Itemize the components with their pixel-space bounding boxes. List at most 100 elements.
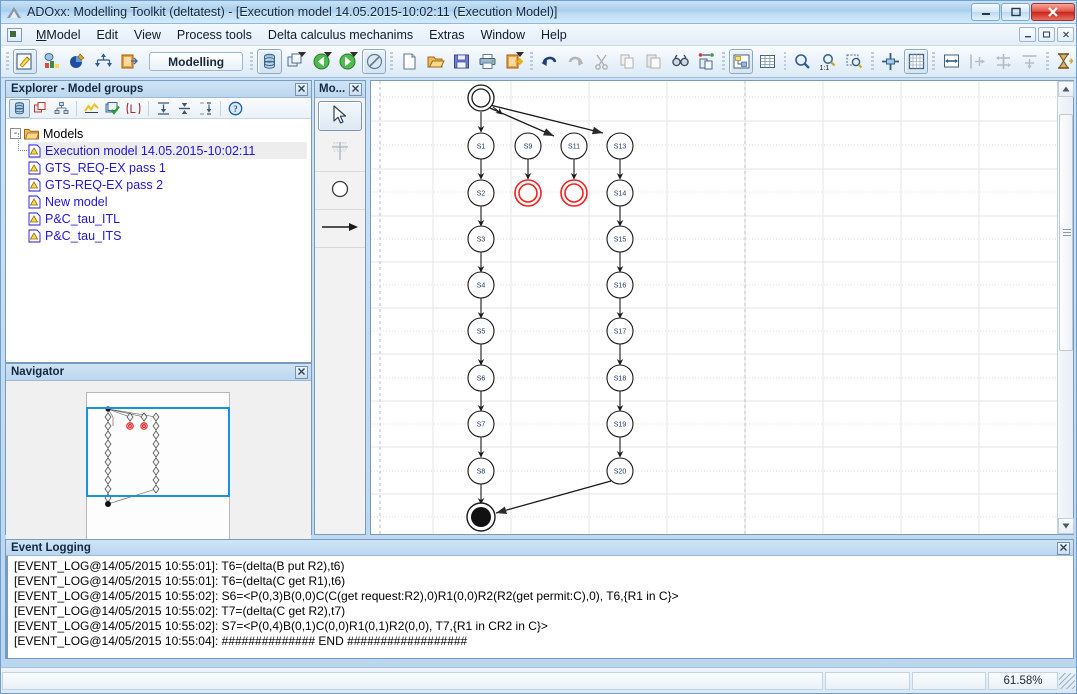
distribute-vertical-icon[interactable]: [1018, 49, 1042, 74]
tree-item-label: GTS-REQ-EX pass 2: [45, 177, 164, 192]
copy-icon[interactable]: [616, 49, 640, 74]
save-icon[interactable]: [450, 49, 474, 74]
mdi-close-button[interactable]: [1057, 27, 1074, 42]
hierarchy-icon[interactable]: [91, 49, 115, 74]
attribute-profile-icon[interactable]: [81, 99, 102, 118]
forward-icon[interactable]: [336, 49, 360, 74]
palette-grid-snap-tool[interactable]: [315, 134, 365, 172]
menu-delta-calculus-mechanims[interactable]: Delta calculus mechanims: [260, 25, 421, 45]
toolbar-grip-9[interactable]: [1045, 51, 1049, 72]
mdi-minimize-button[interactable]: [1019, 27, 1036, 42]
model-windows-icon-explorer[interactable]: [30, 99, 51, 118]
zoom-1to1-icon[interactable]: 1:1: [817, 49, 841, 74]
palette-state-node-tool[interactable]: [315, 172, 365, 210]
collapse-all-icon[interactable]: [174, 99, 195, 118]
model-group-icon[interactable]: [51, 99, 72, 118]
close-button[interactable]: [1031, 3, 1075, 21]
paste-icon[interactable]: [642, 49, 666, 74]
canvas-scroll-thumb[interactable]: [1059, 114, 1073, 351]
system-menu-icon[interactable]: [7, 27, 22, 42]
toolbar-grip-3[interactable]: [390, 51, 394, 72]
palette-close-button[interactable]: [349, 83, 362, 96]
grid-icon[interactable]: [904, 49, 929, 74]
menu-edit[interactable]: Edit: [88, 25, 126, 45]
menu-view[interactable]: View: [126, 25, 169, 45]
drawing-area-icon[interactable]: [729, 49, 754, 74]
event-logging-title: Event Logging: [11, 541, 91, 554]
version-icon[interactable]: [123, 99, 144, 118]
canvas-vertical-scrollbar[interactable]: [1057, 81, 1074, 534]
navigator-close-button[interactable]: [295, 366, 308, 379]
toolbar-grip-2[interactable]: [250, 51, 254, 72]
export-model-icon[interactable]: [502, 49, 526, 74]
log-line: [EVENT_LOG@14/05/2015 10:55:01]: T6=(del…: [14, 559, 345, 573]
palette-pointer-tool[interactable]: [318, 101, 362, 131]
event-logging-body[interactable]: [EVENT_LOG@14/05/2015 10:55:01]: T6=(del…: [6, 556, 1073, 658]
explorer-close-button[interactable]: [295, 83, 308, 96]
window-resize-grip[interactable]: [1059, 672, 1075, 689]
table-view-icon[interactable]: [755, 49, 779, 74]
database-icon-explorer[interactable]: [9, 98, 30, 118]
toolbar-grip-4[interactable]: [530, 51, 533, 72]
navigator-body[interactable]: [6, 381, 311, 551]
toolbar-grip[interactable]: [6, 51, 9, 72]
align-horizontal-icon[interactable]: [939, 49, 963, 74]
toolbar-grip-6[interactable]: [783, 51, 787, 72]
execution-model-diagram[interactable]: S1 S9 S11 S13 S2 S14 S3 S15 S4 S16 S5 S1…: [371, 81, 1057, 534]
tree-item-gts-req-ex-pass-2[interactable]: GTS-REQ-EX pass 2: [28, 176, 307, 193]
zoom-level-indicator[interactable]: 61.58%: [988, 671, 1058, 690]
model-types-icon[interactable]: [39, 49, 63, 74]
scroll-down-button[interactable]: [1058, 518, 1074, 534]
expand-all-icon[interactable]: [153, 99, 174, 118]
collapse-level-icon[interactable]: [195, 99, 216, 118]
print-icon[interactable]: [476, 49, 500, 74]
distribute-left-icon[interactable]: [965, 49, 989, 74]
model-windows-icon[interactable]: [284, 49, 308, 74]
align-center-icon[interactable]: [992, 49, 1016, 74]
replace-icon[interactable]: [694, 49, 718, 74]
zoom-icon[interactable]: [790, 49, 814, 74]
undo-icon[interactable]: [537, 49, 561, 74]
help-icon[interactable]: ?: [225, 99, 246, 118]
event-logging-close-button[interactable]: [1057, 542, 1070, 555]
navigate-off-icon[interactable]: [362, 49, 387, 74]
menu-process-tools[interactable]: Process tools: [169, 25, 260, 45]
edit-model-icon[interactable]: [12, 49, 38, 74]
model-canvas[interactable]: S1 S9 S11 S13 S2 S14 S3 S15 S4 S16 S5 S1…: [371, 81, 1057, 534]
menu-extras[interactable]: Extras: [421, 25, 472, 45]
navigator-viewport-rect[interactable]: [86, 407, 230, 497]
find-icon[interactable]: [668, 49, 692, 74]
cut-icon[interactable]: [589, 49, 613, 74]
simulation-icon[interactable]: [1053, 49, 1076, 74]
tools-icon[interactable]: [65, 49, 89, 74]
database-icon[interactable]: [257, 49, 282, 74]
mode-selector[interactable]: Modelling: [148, 52, 244, 71]
open-icon[interactable]: [423, 49, 447, 74]
back-icon[interactable]: [310, 49, 334, 74]
mdi-restore-button[interactable]: [1038, 27, 1055, 42]
maximize-button[interactable]: [1001, 3, 1030, 21]
minimize-button[interactable]: [971, 3, 1000, 21]
tree-item-new-model[interactable]: New model: [28, 193, 307, 210]
export-icon[interactable]: [118, 49, 142, 74]
toolbar-grip-5[interactable]: [722, 51, 726, 72]
toolbar-grip-7[interactable]: [871, 51, 874, 72]
zoom-region-icon[interactable]: [843, 49, 867, 74]
tree-item-execution-model[interactable]: Execution model 14.05.2015-10:02:11: [28, 142, 307, 159]
new-icon[interactable]: [397, 49, 421, 74]
toolbar-grip-8[interactable]: [932, 51, 936, 72]
tree-item-gts-req-ex-pass-1[interactable]: GTS_REQ-EX pass 1: [28, 159, 307, 176]
redo-icon[interactable]: [563, 49, 587, 74]
scroll-up-button[interactable]: [1058, 81, 1074, 97]
tree-item-pc-tau-itl[interactable]: P&C_tau_ITL: [28, 210, 307, 227]
menu-model[interactable]: MModel: [28, 25, 88, 45]
palette-transition-tool[interactable]: [315, 210, 365, 248]
model-check-icon[interactable]: [102, 99, 123, 118]
model-tree: - Models Execution model 14.05.2015-10:0…: [6, 119, 311, 250]
svg-text:?: ?: [233, 104, 238, 114]
tree-root-models[interactable]: - Models: [10, 125, 307, 142]
menu-window[interactable]: Window: [473, 25, 533, 45]
menu-help[interactable]: Help: [533, 25, 575, 45]
center-icon[interactable]: [878, 49, 902, 74]
tree-item-pc-tau-its[interactable]: P&C_tau_ITS: [28, 227, 307, 244]
